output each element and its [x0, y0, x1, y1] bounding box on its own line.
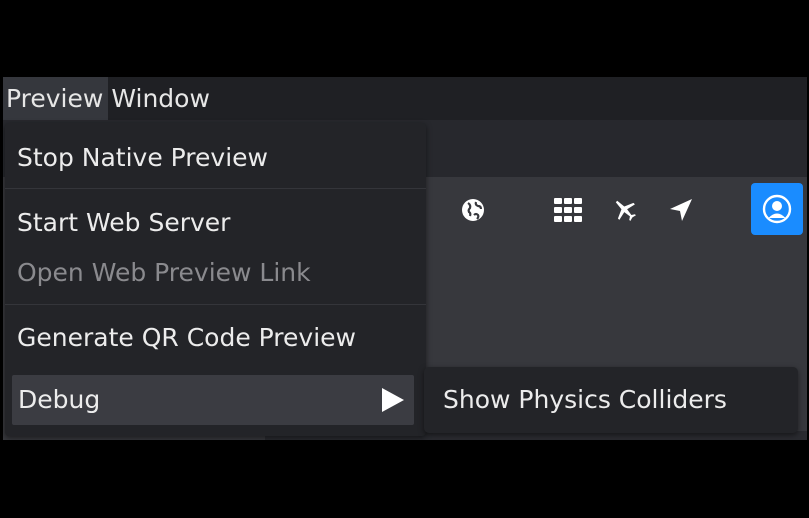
menu-window[interactable]: Window [108, 77, 215, 120]
menu-item-open-web-preview-link: Open Web Preview Link [17, 258, 311, 287]
menu-item-stop-native-preview[interactable]: Stop Native Preview [17, 143, 268, 173]
menu-item-debug-label: Debug [18, 385, 101, 414]
user-profile-button[interactable] [751, 183, 803, 235]
menu-item-show-physics-colliders[interactable]: Show Physics Colliders [443, 385, 727, 415]
menu-separator [5, 304, 426, 305]
menu-item-generate-qr-code-preview[interactable]: Generate QR Code Preview [17, 323, 356, 353]
globe-icon[interactable] [458, 195, 488, 225]
grid-icon[interactable] [553, 195, 583, 225]
app-window: Preview Window Stop Native Preview Start… [3, 77, 807, 440]
submenu-arrow-icon [382, 388, 404, 412]
menu-item-start-web-server[interactable]: Start Web Server [17, 208, 230, 238]
menu-preview[interactable]: Preview [3, 77, 109, 120]
menu-item-debug[interactable]: Debug [12, 375, 414, 425]
debug-submenu: Show Physics Colliders [424, 367, 798, 433]
menu-separator [5, 188, 426, 189]
airplane-icon[interactable] [610, 195, 640, 225]
preview-dropdown-menu: Stop Native Preview Start Web Server Ope… [5, 123, 426, 436]
location-arrow-icon[interactable] [666, 195, 696, 225]
menu-bar: Preview Window [3, 77, 807, 120]
user-profile-icon [762, 194, 792, 224]
